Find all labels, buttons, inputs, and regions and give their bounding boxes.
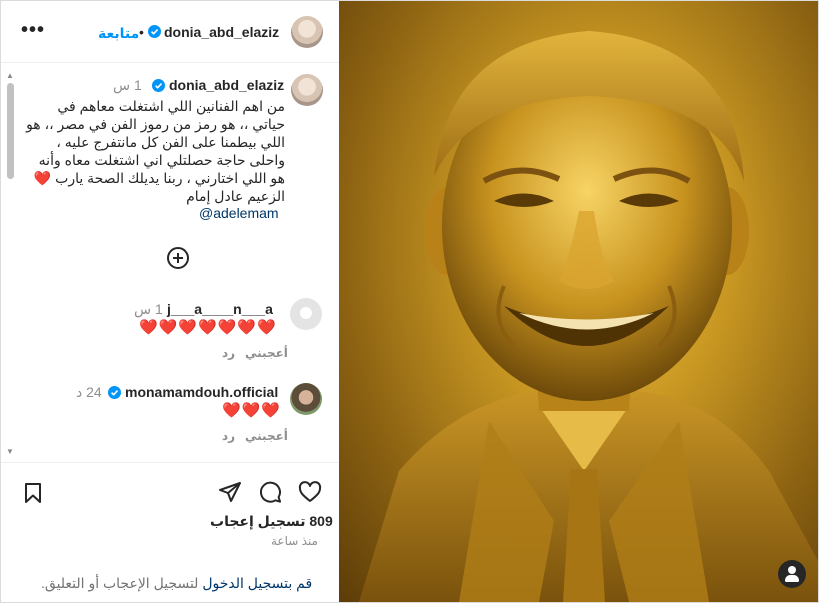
likes-count[interactable]: 809 تسجيل إعجاب bbox=[210, 513, 333, 530]
more-options-icon[interactable]: ••• bbox=[21, 19, 45, 42]
comments-scrollbar[interactable]: ▲ ▼ bbox=[6, 71, 14, 456]
bookmark-icon[interactable] bbox=[21, 481, 45, 505]
comment-like-button[interactable]: أعجبني bbox=[245, 346, 288, 360]
load-more-comments-icon[interactable] bbox=[167, 247, 189, 269]
comment-avatar[interactable] bbox=[290, 383, 322, 415]
comment-username[interactable]: monamamdouh.official bbox=[125, 384, 278, 400]
post-time[interactable]: منذ ساعة bbox=[271, 534, 318, 548]
login-link[interactable]: قم بتسجيل الدخول bbox=[202, 575, 312, 591]
scrollbar-thumb[interactable] bbox=[7, 83, 14, 179]
verified-badge-icon bbox=[148, 25, 161, 38]
comment-reply-button[interactable]: رد bbox=[222, 429, 235, 443]
header-avatar[interactable] bbox=[291, 16, 323, 48]
login-prompt-text: لتسجيل الإعجاب أو التعليق. bbox=[41, 575, 199, 591]
comment-text: ❤️❤️❤️❤️❤️❤️❤️ bbox=[139, 319, 277, 336]
paper-plane-icon[interactable] bbox=[218, 480, 242, 504]
comment-time[interactable]: 1 س bbox=[134, 301, 163, 318]
caption-username[interactable]: donia_abd_elaziz bbox=[169, 77, 284, 93]
comment-text: ❤️❤️❤️ bbox=[222, 402, 282, 419]
golden-portrait-image bbox=[359, 31, 818, 602]
comment-username[interactable]: j___a____n___a bbox=[167, 301, 273, 317]
heart-icon[interactable] bbox=[298, 480, 322, 504]
comment-bubble-icon[interactable] bbox=[258, 480, 282, 504]
caption-avatar[interactable] bbox=[291, 74, 323, 106]
comment-avatar[interactable] bbox=[290, 298, 322, 330]
header-username[interactable]: donia_abd_elaziz bbox=[164, 24, 279, 40]
caption-text: من اهم الفنانين اللي اشتغلت معاهم في حيا… bbox=[26, 98, 285, 204]
header-separator: • bbox=[139, 24, 144, 40]
login-prompt: قم بتسجيل الدخول لتسجيل الإعجاب أو التعل… bbox=[41, 575, 312, 592]
scroll-down-icon[interactable]: ▼ bbox=[6, 447, 14, 456]
scroll-up-icon[interactable]: ▲ bbox=[6, 71, 14, 80]
comment-time[interactable]: 24 د bbox=[76, 384, 102, 401]
caption-time[interactable]: 1 س bbox=[113, 77, 142, 94]
caption-mention-link[interactable]: @adelemam bbox=[199, 205, 279, 221]
comment-like-button[interactable]: أعجبني bbox=[245, 429, 288, 443]
post-actions: 809 تسجيل إعجاب منذ ساعة قم بتسجيل الدخو… bbox=[1, 462, 339, 602]
comment-reply-button[interactable]: رد bbox=[222, 346, 235, 360]
verified-badge-icon bbox=[108, 386, 121, 399]
post-header: ••• متابعة • donia_abd_elaziz bbox=[1, 1, 339, 63]
follow-button[interactable]: متابعة bbox=[98, 25, 139, 42]
post-image[interactable] bbox=[339, 1, 818, 602]
user-tag-icon[interactable] bbox=[778, 560, 806, 588]
verified-badge-icon bbox=[152, 79, 165, 92]
